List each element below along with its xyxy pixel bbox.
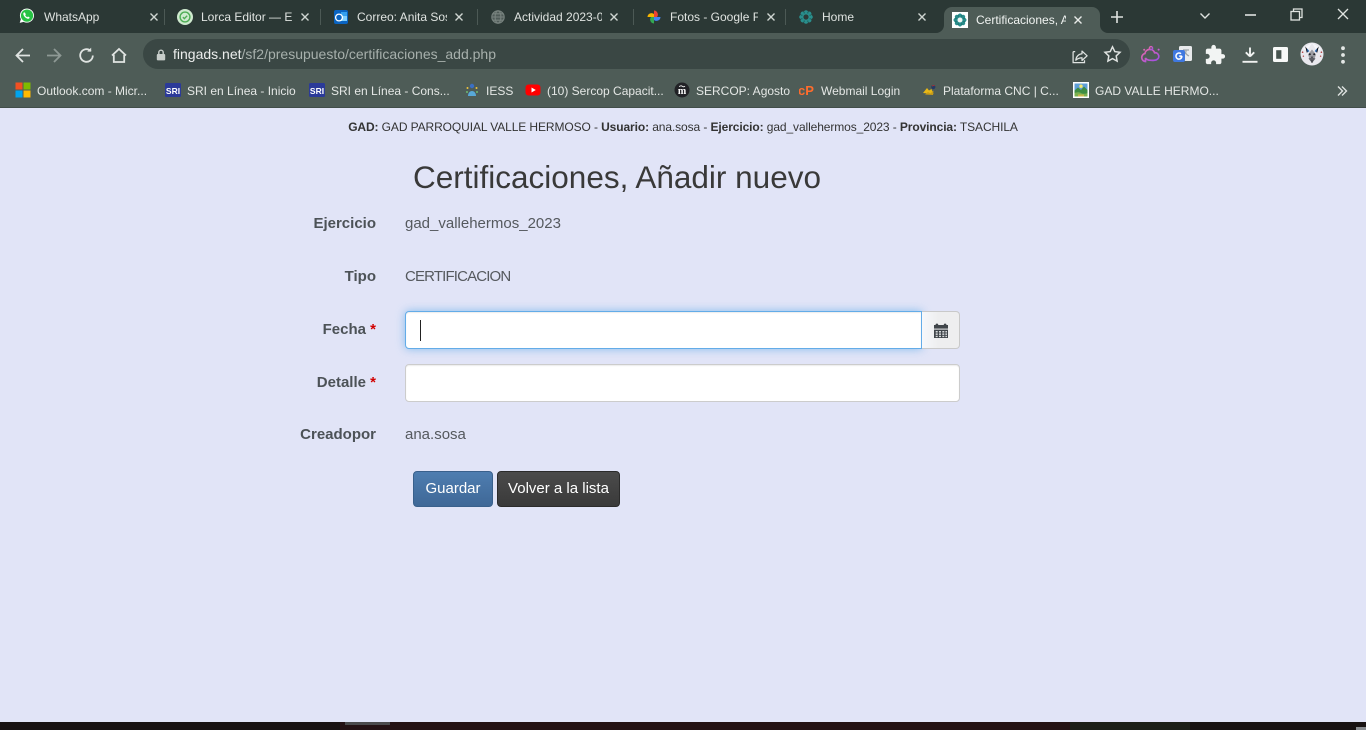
svg-text:SRI: SRI — [310, 86, 324, 96]
svg-text:SRI: SRI — [166, 86, 180, 96]
svg-text:cP: cP — [799, 83, 814, 98]
svg-text:m: m — [678, 86, 687, 97]
